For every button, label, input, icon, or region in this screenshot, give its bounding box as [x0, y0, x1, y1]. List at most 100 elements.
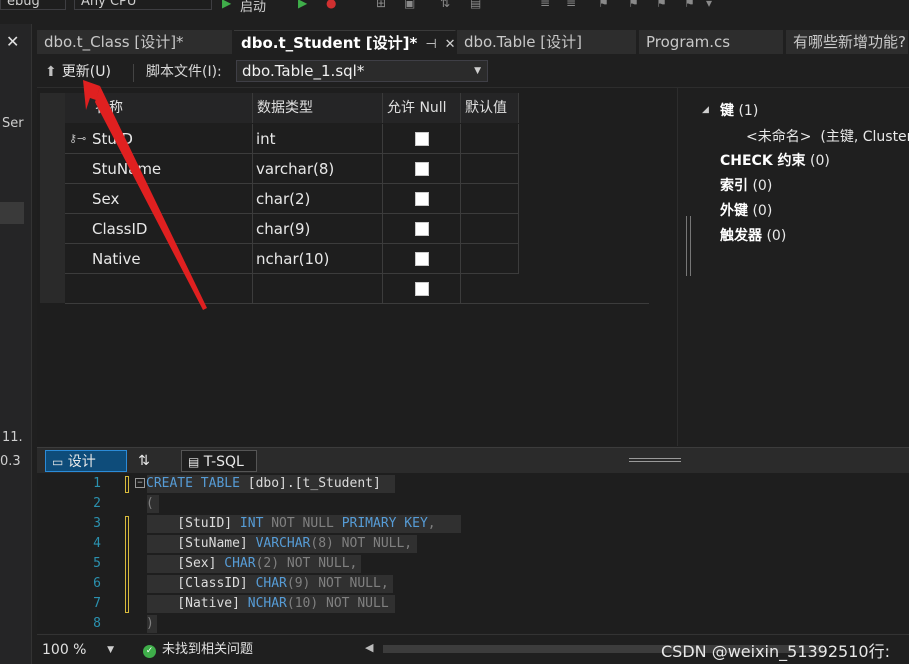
allow-null-checkbox[interactable]	[415, 192, 429, 206]
data-type-cell[interactable]: char(9)	[253, 214, 383, 244]
toolbar-icon[interactable]: ▣	[404, 0, 415, 10]
bookmark-icon[interactable]: ⚑	[684, 0, 695, 10]
header-data-type[interactable]: 数据类型	[253, 93, 383, 123]
allow-null-checkbox[interactable]	[415, 222, 429, 236]
update-button[interactable]: ⬆ 更新(U)	[45, 60, 111, 84]
collapse-triangle-icon[interactable]: ◢	[702, 105, 709, 115]
default-cell[interactable]	[461, 124, 519, 154]
allow-null-checkbox[interactable]	[415, 162, 429, 176]
tab-tsql[interactable]: ▤ T-SQL	[181, 450, 257, 472]
scroll-left-icon[interactable]: ◀	[365, 641, 373, 654]
chevron-down-icon[interactable]: ▼	[474, 61, 481, 81]
tab-design[interactable]: ▭ 设计	[45, 450, 127, 472]
header-name[interactable]: 名称	[65, 93, 253, 123]
start-without-debug-icon[interactable]: ▶	[298, 0, 307, 10]
tab-label: 有哪些新增功能?	[793, 33, 906, 51]
chevron-down-icon[interactable]: ▾	[706, 0, 712, 10]
allow-null-cell	[383, 214, 461, 244]
data-type-cell[interactable]: char(2)	[253, 184, 383, 214]
table-row[interactable]: ⚷⊸ StuID int	[65, 124, 519, 154]
solution-config-dropdown[interactable]: ebug	[0, 0, 66, 10]
allow-null-checkbox[interactable]	[415, 252, 429, 266]
pin-icon[interactable]: ⊣	[425, 37, 436, 52]
keys-count: (1)	[738, 103, 759, 119]
issues-indicator[interactable]: ✓ 未找到相关问题	[143, 640, 253, 660]
start-icon[interactable]: ▶	[222, 0, 231, 10]
stop-icon[interactable]: ●	[326, 0, 336, 10]
column-name-cell[interactable]: ⚷⊸ StuID	[65, 124, 253, 154]
code-line[interactable]: [StuName] VARCHAR(8) NOT NULL,	[146, 536, 412, 551]
table-row[interactable]: Native nchar(10)	[65, 244, 519, 274]
header-default[interactable]: 默认值	[461, 93, 519, 123]
left-strip-selection[interactable]	[0, 202, 24, 224]
tab-t-class[interactable]: dbo.t_Class [设计]*	[37, 30, 233, 54]
pk-detail: (主键, Clustered:	[820, 129, 909, 145]
table-row[interactable]: Sex char(2)	[65, 184, 519, 214]
allow-null-checkbox[interactable]	[415, 282, 429, 296]
tsql-editor[interactable]: − 1 2 3 4 5 6 7 8 CREATE TABLE [dbo].[t_…	[37, 473, 909, 633]
default-cell[interactable]	[461, 214, 519, 244]
code-line[interactable]: CREATE TABLE [dbo].[t_Student]	[146, 476, 381, 491]
toolbar-icon[interactable]: ≡	[540, 0, 550, 10]
tab-program-cs[interactable]: Program.cs	[639, 30, 784, 54]
code-identifier: [Native]	[146, 596, 248, 611]
default-cell[interactable]	[461, 184, 519, 214]
close-icon[interactable]: ✕	[445, 37, 455, 52]
table-row-new[interactable]	[65, 274, 649, 304]
column-name-cell[interactable]: Native	[65, 244, 253, 274]
pane-splitter[interactable]	[686, 216, 691, 276]
data-type-cell[interactable]: varchar(8)	[253, 154, 383, 184]
script-file-value: dbo.Table_1.sql*	[242, 62, 365, 80]
fold-toggle-icon[interactable]: −	[135, 478, 145, 488]
allow-null-checkbox[interactable]	[415, 132, 429, 146]
code-line[interactable]: [StuID] INT NOT NULL PRIMARY KEY,	[146, 516, 435, 531]
script-file-dropdown[interactable]: dbo.Table_1.sql* ▼	[236, 60, 488, 82]
code-line[interactable]: [Native] NCHAR(10) NOT NULL	[146, 596, 388, 611]
triggers-node[interactable]: 触发器 (0)	[720, 225, 786, 245]
default-cell[interactable]	[461, 244, 519, 274]
bookmark-icon[interactable]: ⚑	[628, 0, 639, 10]
code-line[interactable]: (	[146, 496, 154, 511]
tab-tsql-label: T-SQL	[203, 454, 244, 470]
bookmark-icon[interactable]: ⚑	[598, 0, 609, 10]
foreign-keys-node[interactable]: 外键 (0)	[720, 200, 772, 220]
column-name-cell[interactable]: StuName	[65, 154, 253, 184]
start-label[interactable]: 启动	[240, 0, 266, 15]
data-type-cell[interactable]: int	[253, 124, 383, 154]
check-constraints-node[interactable]: CHECK 约束 (0)	[720, 150, 830, 170]
tab-t-student[interactable]: dbo.t_Student [设计]* ⊣ ✕	[234, 30, 456, 54]
toolbar-icon[interactable]: ▤	[470, 0, 481, 10]
header-allow-null[interactable]: 允许 Null	[383, 93, 461, 123]
data-type-cell[interactable]	[253, 274, 383, 304]
code-punct: )	[146, 616, 154, 631]
primary-key-node[interactable]: <未命名> (主键, Clustered:	[746, 126, 909, 146]
toolbar-icon[interactable]: ≡	[566, 0, 576, 10]
column-name-cell[interactable]	[65, 274, 253, 304]
toolbar-icon[interactable]: ⊞	[376, 0, 386, 10]
change-marker	[125, 476, 129, 493]
code-line[interactable]: [Sex] CHAR(2) NOT NULL,	[146, 556, 357, 571]
data-type-cell[interactable]: nchar(10)	[253, 244, 383, 274]
toolbar-icon[interactable]: ⇅	[440, 0, 450, 10]
platform-dropdown[interactable]: Any CPU	[74, 0, 212, 10]
default-cell[interactable]	[461, 274, 649, 304]
code-keyword: NCHAR	[247, 596, 287, 611]
column-name-cell[interactable]: ClassID	[65, 214, 253, 244]
column-name-cell[interactable]: Sex	[65, 184, 253, 214]
chevron-down-icon[interactable]: ▼	[107, 640, 114, 660]
splitter-grip[interactable]	[629, 458, 681, 462]
bookmark-icon[interactable]: ⚑	[656, 0, 667, 10]
close-icon[interactable]: ✕	[6, 32, 19, 51]
keys-node[interactable]: 键 (1)	[720, 100, 758, 120]
code-line[interactable]: )	[146, 616, 154, 631]
swap-panes-icon[interactable]: ⇅	[135, 450, 153, 472]
code-line[interactable]: [ClassID] CHAR(9) NOT NULL,	[146, 576, 388, 591]
indexes-node[interactable]: 索引 (0)	[720, 175, 772, 195]
table-row[interactable]: StuName varchar(8)	[65, 154, 519, 184]
tab-whats-new[interactable]: 有哪些新增功能?	[786, 30, 909, 54]
zoom-dropdown[interactable]: 100 % ▼	[42, 640, 114, 660]
tab-dbo-table[interactable]: dbo.Table [设计]	[457, 30, 637, 54]
default-cell[interactable]	[461, 154, 519, 184]
allow-null-cell	[383, 124, 461, 154]
table-row[interactable]: ClassID char(9)	[65, 214, 519, 244]
